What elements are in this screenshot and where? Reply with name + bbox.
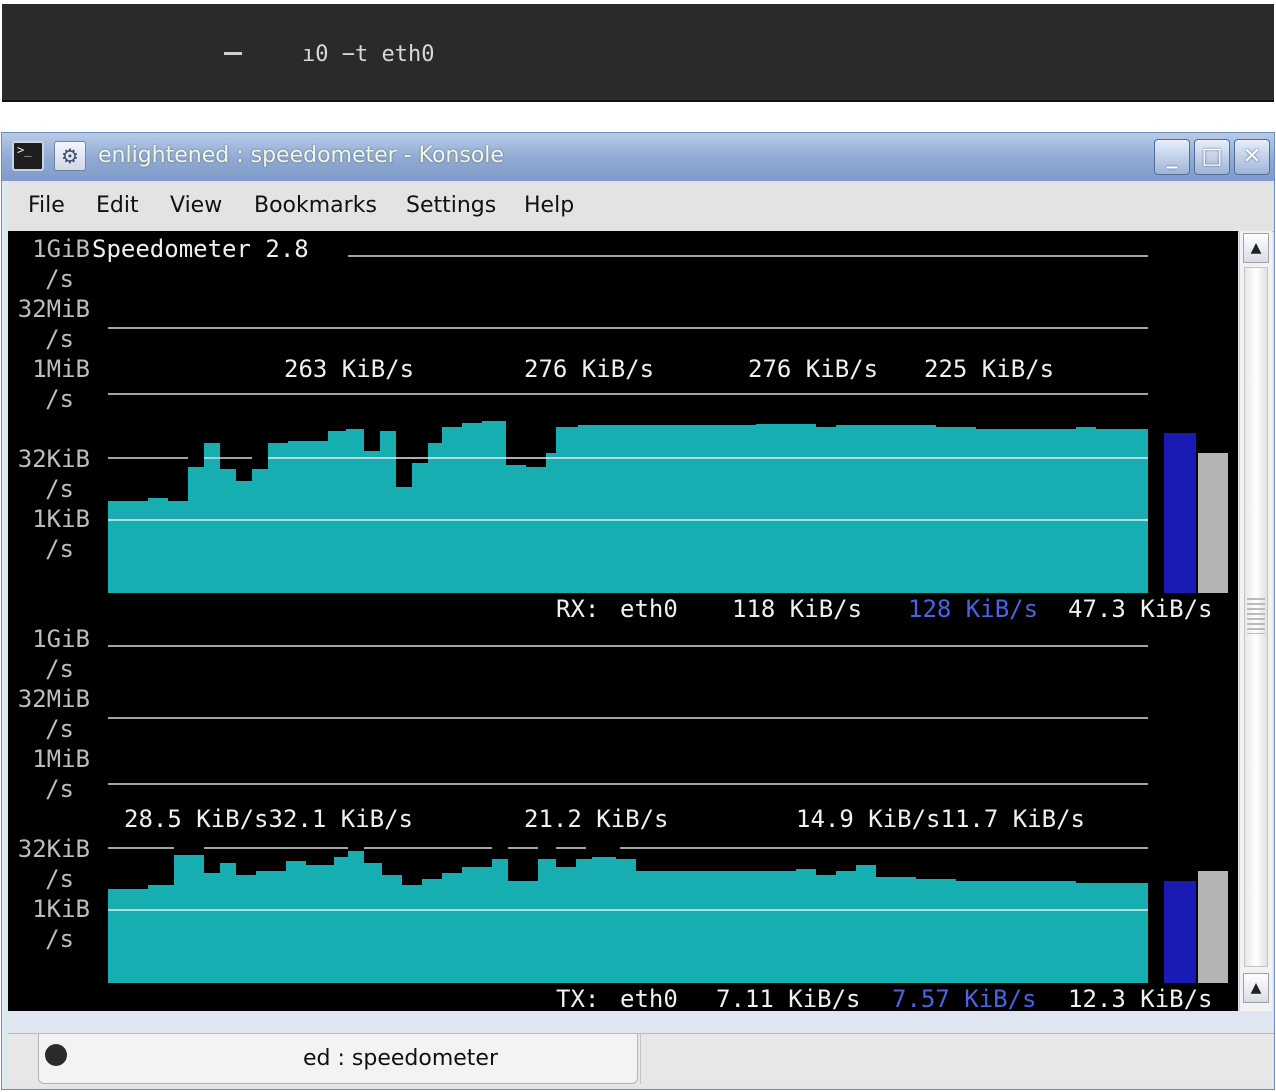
- rx-graph-area: [108, 421, 1148, 593]
- tx-peak-label: 28.5 KiB/s32.1 KiB/s: [124, 805, 413, 833]
- tx-y-label: /s: [45, 775, 74, 803]
- menu-bookmarks[interactable]: Bookmarks: [254, 193, 377, 218]
- rx-average-bar: [1198, 453, 1228, 593]
- tx-graph-area: [108, 851, 1148, 983]
- tx-current: 7.11 KiB/s: [716, 985, 861, 1011]
- rx-status-line: RX: eth0 118 KiB/s 128 KiB/s 47.3 KiB/s: [556, 595, 1213, 623]
- maximize-button[interactable]: □: [1194, 139, 1230, 175]
- scroll-up-icon[interactable]: ▲: [1243, 233, 1269, 263]
- tx-label: TX:: [556, 985, 599, 1011]
- speedometer-display: 1GiB /s 32MiB /s 1MiB /s 32KiB /s 1KiB /…: [18, 235, 1228, 1011]
- command-text: ı0 −t eth0: [302, 42, 435, 67]
- tx-y-label: 1GiB: [32, 625, 90, 653]
- konsole-window: >_ ⚙ enlightened : speedometer - Konsole…: [1, 132, 1275, 1090]
- session-tab[interactable]: ed : speedometer: [38, 1034, 638, 1084]
- terminal-area[interactable]: 1GiB /s 32MiB /s 1MiB /s 32KiB /s 1KiB /…: [8, 231, 1238, 1011]
- tx-min: 12.3 KiB/s: [1068, 985, 1213, 1011]
- tx-peak-labels: 28.5 KiB/s32.1 KiB/s 21.2 KiB/s 14.9 KiB…: [124, 805, 1085, 833]
- window-title: enlightened : speedometer - Konsole: [98, 143, 504, 168]
- tx-average: 7.57 KiB/s: [892, 985, 1037, 1011]
- rx-peak-label: 276 KiB/s: [524, 355, 654, 383]
- background-terminal: ı0 −t eth0: [2, 4, 1274, 102]
- app-title: Speedometer 2.8: [92, 235, 309, 263]
- rx-y-label: 32KiB: [18, 445, 90, 473]
- rx-interface: eth0: [620, 595, 678, 623]
- menu-view[interactable]: View: [170, 193, 222, 218]
- rx-current-bar: [1164, 433, 1196, 593]
- window-menu-icon[interactable]: ⚙: [54, 141, 86, 171]
- rx-average: 128 KiB/s: [908, 595, 1038, 623]
- scroll-thumb[interactable]: [1244, 267, 1268, 967]
- tx-average-bar: [1198, 871, 1228, 983]
- vertical-scrollbar[interactable]: ▲ ▲: [1239, 231, 1272, 1011]
- tx-peak-label: 21.2 KiB/s: [524, 805, 669, 833]
- menu-help[interactable]: Help: [524, 193, 574, 218]
- menu-settings[interactable]: Settings: [406, 193, 496, 218]
- tx-y-label: /s: [45, 865, 74, 893]
- menu-file[interactable]: File: [28, 193, 65, 218]
- scroll-down-icon[interactable]: ▲: [1243, 973, 1269, 1003]
- tx-status-line: TX: eth0 7.11 KiB/s 7.57 KiB/s 12.3 KiB/…: [556, 985, 1213, 1011]
- rx-peak-labels: 263 KiB/s 276 KiB/s 276 KiB/s 225 KiB/s: [284, 355, 1054, 383]
- tx-y-axis: 1GiB /s 32MiB /s 1MiB /s 32KiB /s 1KiB /…: [18, 625, 90, 953]
- rx-y-label: 32MiB: [18, 295, 90, 323]
- tx-y-label: /s: [45, 715, 74, 743]
- tx-interface: eth0: [620, 985, 678, 1011]
- terminal-icon[interactable]: >_: [12, 141, 44, 171]
- minimize-button[interactable]: _: [1154, 139, 1190, 175]
- tx-y-label: /s: [45, 925, 74, 953]
- rx-y-label: 1KiB: [32, 505, 90, 533]
- scroll-grip-icon: [1247, 598, 1265, 634]
- session-icon: [45, 1044, 67, 1066]
- rx-peak-label: 263 KiB/s: [284, 355, 414, 383]
- rx-y-label: /s: [45, 265, 74, 293]
- rx-peak-label: 225 KiB/s: [924, 355, 1054, 383]
- tx-y-label: 1KiB: [32, 895, 90, 923]
- tx-y-label: 32KiB: [18, 835, 90, 863]
- rx-y-label: 1MiB: [32, 355, 90, 383]
- rx-peak-label: 276 KiB/s: [748, 355, 878, 383]
- tab-bar-empty-area[interactable]: [640, 1034, 1269, 1084]
- prompt-dash: [224, 52, 242, 55]
- close-button[interactable]: ✕: [1234, 139, 1270, 175]
- rx-min: 47.3 KiB/s: [1068, 595, 1213, 623]
- tx-current-bar: [1164, 881, 1196, 983]
- tab-bar: ed : speedometer: [8, 1033, 1274, 1086]
- rx-current: 118 KiB/s: [732, 595, 862, 623]
- tx-peak-label: 14.9 KiB/s11.7 KiB/s: [796, 805, 1085, 833]
- rx-label: RX:: [556, 595, 599, 623]
- menu-bar: File Edit View Bookmarks Settings Help: [8, 181, 1274, 232]
- tx-y-label: /s: [45, 655, 74, 683]
- rx-y-label: /s: [45, 535, 74, 563]
- rx-y-label: /s: [45, 385, 74, 413]
- menu-edit[interactable]: Edit: [96, 193, 139, 218]
- rx-y-label: /s: [45, 475, 74, 503]
- tx-y-label: 1MiB: [32, 745, 90, 773]
- rx-y-axis: 1GiB /s 32MiB /s 1MiB /s 32KiB /s 1KiB /…: [18, 235, 90, 563]
- tx-y-label: 32MiB: [18, 685, 90, 713]
- session-tab-label: ed : speedometer: [303, 1046, 498, 1071]
- rx-y-label: 1GiB: [32, 235, 90, 263]
- title-bar[interactable]: >_ ⚙ enlightened : speedometer - Konsole…: [2, 133, 1274, 181]
- rx-y-label: /s: [45, 325, 74, 353]
